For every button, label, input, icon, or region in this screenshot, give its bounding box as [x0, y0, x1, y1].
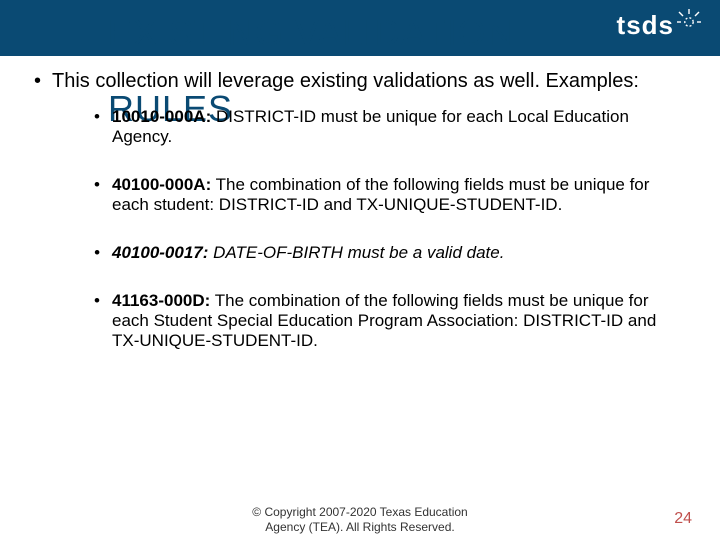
- footer: © Copyright 2007-2020 Texas Education Ag…: [0, 505, 720, 534]
- rule-text: DATE-OF-BIRTH must be a valid date.: [208, 243, 504, 262]
- rule-code: 10010-000A:: [112, 107, 211, 126]
- header-bar: EXISTING VALIDATION RULES tsds: [0, 0, 720, 56]
- slide: EXISTING VALIDATION RULES tsds: [0, 0, 720, 540]
- copyright-line2: Agency (TEA). All Rights Reserved.: [0, 520, 720, 534]
- tsds-logo: tsds: [617, 10, 702, 41]
- page-number: 24: [674, 510, 692, 528]
- rule-code: 40100-000A:: [112, 175, 211, 194]
- rule-item: 40100-000A: The combination of the follo…: [94, 175, 658, 215]
- rule-code: 41163-000D:: [112, 291, 210, 310]
- sun-icon: [676, 5, 702, 31]
- rule-code: 40100-0017:: [112, 243, 208, 262]
- rule-item: 41163-000D: The combination of the follo…: [94, 291, 658, 351]
- rules-list: 10010-000A: DISTRICT-ID must be unique f…: [34, 93, 670, 351]
- rule-item: 40100-0017: DATE-OF-BIRTH must be a vali…: [94, 243, 658, 263]
- logo-text: tsds: [617, 10, 674, 41]
- title-line1: EXISTING VALIDATION: [108, 12, 514, 53]
- rule-item: 10010-000A: DISTRICT-ID must be unique f…: [94, 107, 658, 147]
- copyright-line1: © Copyright 2007-2020 Texas Education: [0, 505, 720, 519]
